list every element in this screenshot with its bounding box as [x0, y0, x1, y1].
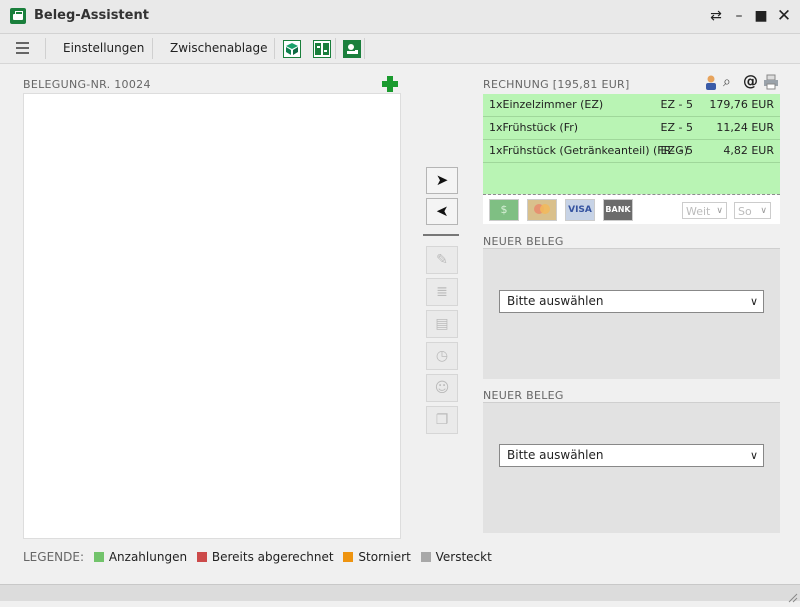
row-amount: 11,24 EUR [716, 121, 774, 134]
new-receipt-label: NEUER BELEG [483, 235, 564, 248]
minimize-button[interactable]: – [729, 6, 749, 26]
close-button[interactable]: ✕ [774, 6, 794, 26]
row-amount: 179,76 EUR [709, 98, 774, 111]
legend-item-label: Anzahlungen [108, 550, 188, 564]
row-code: EZ - 5 [660, 121, 693, 134]
payment-bar: $ VISA BANK Weit ∨ So ∨ [483, 195, 780, 224]
new-receipt-label: NEUER BELEG [483, 389, 564, 402]
row-description: 1xFrühstück (Fr) [489, 121, 579, 134]
transfer-icon[interactable] [313, 40, 331, 58]
receipt-type-select[interactable]: Bitte auswählen ∨ [499, 444, 764, 467]
window-title: Beleg-Assistent [34, 8, 149, 23]
legend-label: LEGENDE: [23, 550, 84, 564]
guest-card-icon[interactable] [343, 40, 361, 58]
legend-swatch [196, 552, 207, 562]
row-code: EZ - 5 [660, 98, 693, 111]
clock-icon[interactable]: ◷ [426, 342, 458, 370]
booking-items-list[interactable] [23, 93, 401, 539]
so-select-value: So [738, 205, 752, 218]
legend-item-cancelled: Storniert [343, 550, 411, 564]
new-receipt-panel: Bitte auswählen ∨ [483, 248, 780, 379]
legend: LEGENDE: Anzahlungen Bereits abgerechnet… [23, 550, 492, 564]
person-icon[interactable]: ☺ [426, 374, 458, 402]
legend-item-label: Bereits abgerechnet [211, 550, 334, 564]
table-row[interactable]: 1xFrühstück (Fr) EZ - 5 11,24 EUR [483, 117, 780, 140]
legend-swatch [93, 552, 104, 562]
toolbar-divider [152, 38, 153, 59]
select-value: Bitte auswählen [507, 448, 604, 462]
package-icon[interactable] [283, 40, 301, 58]
toolbar-divider [335, 38, 336, 59]
toolbar-divider [364, 38, 365, 59]
copy-icon[interactable]: ❐ [426, 406, 458, 434]
legend-swatch [343, 552, 354, 562]
select-value: Bitte auswählen [507, 294, 604, 308]
move-right-button[interactable]: ➤ [426, 167, 458, 194]
new-receipt-panel: Bitte auswählen ∨ [483, 402, 780, 533]
bank-icon[interactable]: BANK [603, 199, 633, 221]
chevron-down-icon: ∨ [716, 206, 723, 216]
edit-pencil-icon[interactable]: ✎ [426, 246, 458, 274]
further-select-value: Weit [686, 205, 711, 218]
search-icon[interactable]: ⌕ [723, 74, 739, 90]
maximize-button[interactable]: ■ [751, 6, 771, 26]
row-amount: 4,82 EUR [723, 144, 774, 157]
divider [423, 234, 459, 236]
resize-grip-icon[interactable] [788, 588, 798, 603]
legend-item-deposits: Anzahlungen [93, 550, 188, 564]
settings-menu[interactable]: Einstellungen [63, 41, 144, 55]
add-icon[interactable] [382, 76, 398, 92]
row-description: 1xEinzelzimmer (EZ) [489, 98, 604, 111]
toolbar-divider [274, 38, 275, 59]
guest-icon[interactable] [703, 74, 719, 90]
hamburger-menu-icon[interactable] [16, 42, 29, 54]
chevron-down-icon: ∨ [749, 449, 758, 462]
mastercard-icon[interactable] [527, 199, 557, 221]
print-icon[interactable] [763, 74, 779, 90]
so-select[interactable]: So ∨ [734, 202, 771, 219]
invoice-table: 1xEinzelzimmer (EZ) EZ - 5 179,76 EUR 1x… [483, 94, 780, 195]
refresh-icon[interactable]: ⇄ [706, 6, 726, 26]
table-row[interactable]: 1xEinzelzimmer (EZ) EZ - 5 179,76 EUR [483, 94, 780, 117]
cash-icon[interactable]: $ [489, 199, 519, 221]
table-row[interactable]: 1xFrühstück (Getränkeanteil) (FR-G) EZ -… [483, 140, 780, 163]
status-bar [0, 584, 800, 601]
row-code: EZ - 5 [660, 144, 693, 157]
legend-item-settled: Bereits abgerechnet [196, 550, 334, 564]
chevron-down-icon: ∨ [749, 295, 758, 308]
legend-swatch [420, 552, 431, 562]
booking-label: BELEGUNG-NR. 10024 [23, 78, 151, 91]
split-text-icon[interactable]: ≣ [426, 278, 458, 306]
email-icon[interactable]: @ [743, 72, 759, 90]
visa-icon[interactable]: VISA [565, 199, 595, 221]
further-payment-select[interactable]: Weit ∨ [682, 202, 727, 219]
invoice-empty-area[interactable] [483, 163, 780, 195]
chevron-down-icon: ∨ [760, 206, 767, 216]
legend-item-label: Storniert [358, 550, 411, 564]
legend-item-label: Versteckt [435, 550, 492, 564]
legend-item-hidden: Versteckt [420, 550, 492, 564]
toolbar-divider [45, 38, 46, 59]
app-logo-icon [10, 8, 26, 24]
invoice-label: RECHNUNG [195,81 EUR] [483, 78, 630, 91]
money-icon[interactable]: ▤ [426, 310, 458, 338]
receipt-type-select[interactable]: Bitte auswählen ∨ [499, 290, 764, 313]
move-left-button[interactable]: ➤ [426, 198, 458, 225]
clipboard-menu[interactable]: Zwischenablage [170, 41, 267, 55]
